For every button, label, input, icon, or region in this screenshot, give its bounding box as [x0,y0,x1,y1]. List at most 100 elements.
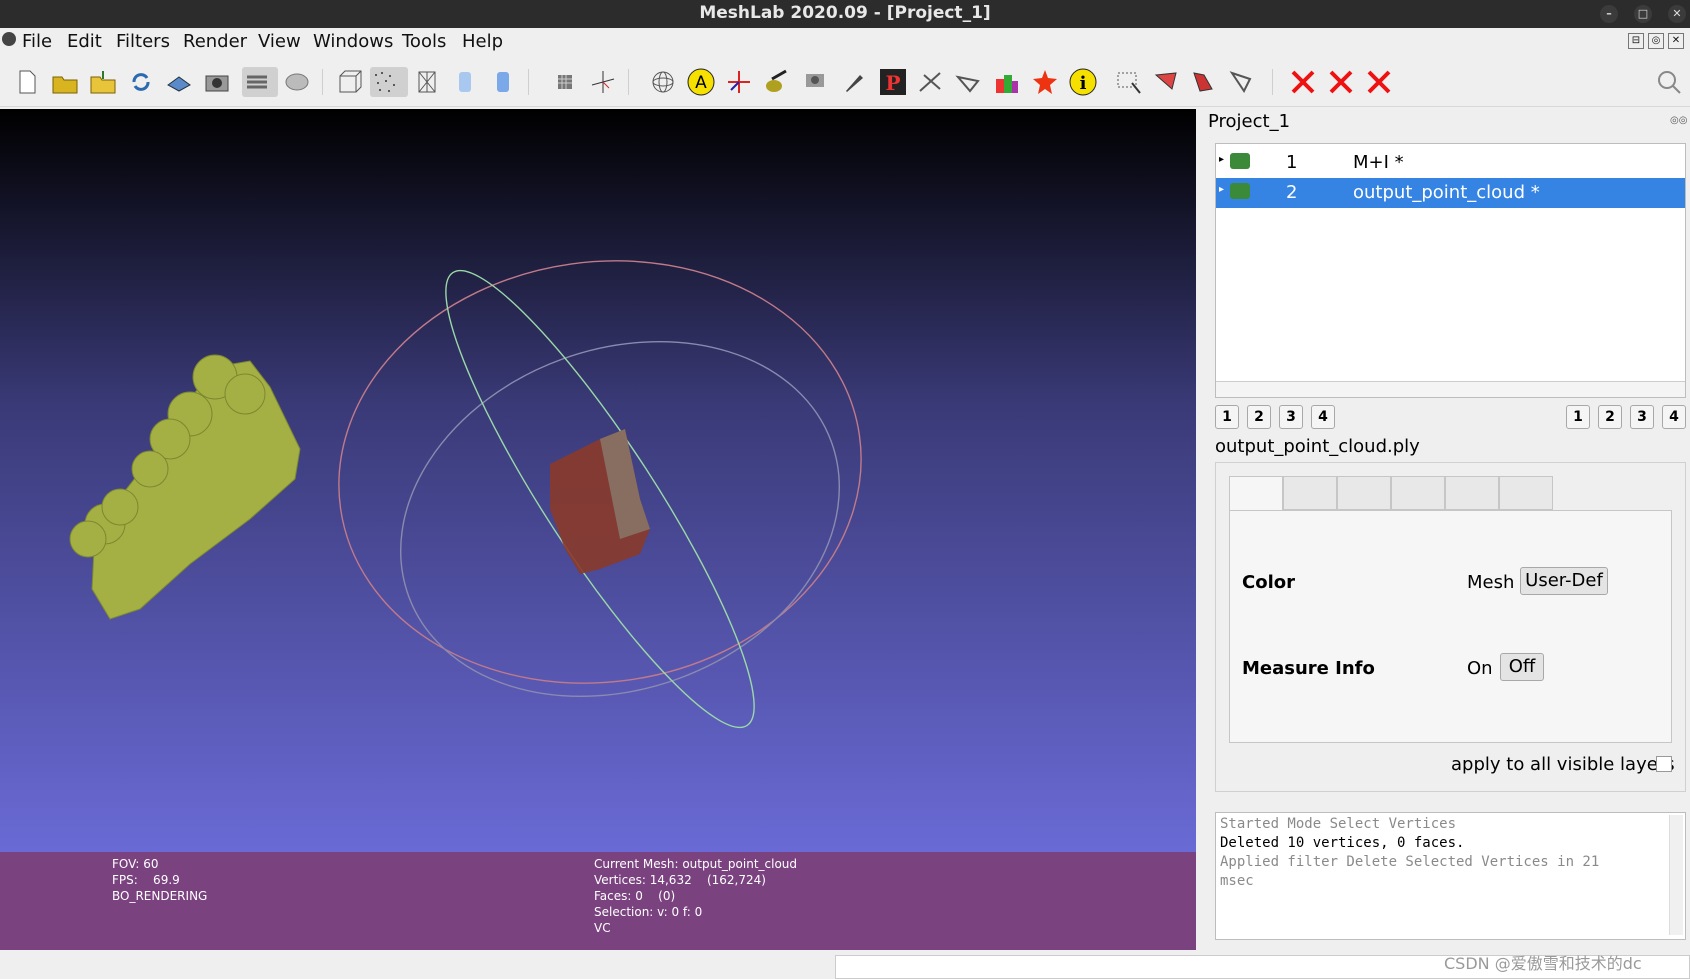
color-label: Color [1242,572,1295,593]
horizontal-scrollbar[interactable] [1216,381,1685,397]
visibility-eye-icon[interactable] [1230,153,1250,169]
dental-mesh [69,354,301,620]
points-icon[interactable] [370,67,408,97]
menu-edit[interactable]: Edit [67,31,102,52]
apply-all-label: apply to all visible layers [1451,754,1675,775]
layer-number: 2 [1286,182,1298,203]
menu-bar: File Edit Filters Render View Windows To… [0,28,1690,56]
flat-shading-icon[interactable] [450,67,480,97]
layer-list[interactable]: ▸ 1 M+I * ▸ 2 output_point_cloud * [1215,143,1686,398]
expand-icon[interactable]: ▸ [1219,184,1224,195]
reload-icon[interactable] [126,67,156,97]
selection-label: Selection: v: 0 f: 0 [594,905,703,919]
mdi-float-icon[interactable]: ◎ [1648,33,1664,49]
colorize-icon[interactable] [282,67,312,97]
export-mesh-icon[interactable] [164,67,194,97]
user-def-button[interactable]: User-Def [1520,567,1608,595]
expand-icon[interactable]: ▸ [1219,154,1224,165]
color-mode-label: Mesh [1467,572,1515,593]
maximize-button[interactable]: □ [1634,5,1652,23]
trackball-icon[interactable] [648,67,678,97]
vertical-scrollbar[interactable] [1669,815,1683,935]
georef-icon[interactable] [1030,67,1060,97]
layer-row-2[interactable]: ▸ 2 output_point_cloud * [1216,178,1685,208]
tab-wire[interactable] [1337,476,1391,510]
title-bar: MeshLab 2020.09 - [Project_1] – □ ✕ [0,0,1690,28]
apply-all-checkbox[interactable] [1656,756,1672,772]
pp-icon[interactable]: P [878,67,908,97]
color-paint-icon[interactable] [992,67,1022,97]
log-console[interactable]: Started Mode Select Vertices Deleted 10 … [1215,812,1686,940]
current-mesh-label: Current Mesh: output_point_cloud [594,857,798,871]
vertices-label: Vertices: 14,632 (162,724) [594,873,766,887]
close-button[interactable]: ✕ [1668,5,1686,23]
panel-float-icon[interactable]: ◎◎ [1670,115,1687,126]
tab-other[interactable] [1499,476,1553,510]
measure-off-button[interactable]: Off [1500,653,1544,681]
select-faces-icon[interactable] [1152,67,1182,97]
menu-tools[interactable]: Tools [402,31,446,52]
mdi-close-icon[interactable]: ✕ [1668,33,1684,49]
search-icon[interactable] [1654,67,1684,97]
selection-icon[interactable] [954,67,984,97]
page-left-3[interactable]: 3 [1279,405,1303,429]
menu-file[interactable]: File [22,31,52,52]
select-zone-icon[interactable] [1228,67,1258,97]
info-icon[interactable]: i [1068,67,1098,97]
delete-faces-icon[interactable] [1326,67,1356,97]
axis-icon[interactable] [588,67,618,97]
smooth-shading-icon[interactable] [488,67,518,97]
page-right-4[interactable]: 4 [1662,405,1686,429]
faces-label: Faces: 0 (0) [594,889,676,903]
page-right-1[interactable]: 1 [1566,405,1590,429]
snapshot-icon[interactable] [202,67,232,97]
tab-fill[interactable] [1391,476,1445,510]
delete-all-icon[interactable] [1364,67,1394,97]
bounding-box-icon[interactable] [335,67,365,97]
ortho-icon[interactable] [724,67,754,97]
menu-filters[interactable]: Filters [116,31,170,52]
main-toolbar: A P i [0,57,1690,107]
svg-text:A: A [695,73,707,93]
tab-content [1229,510,1672,743]
page-left-1[interactable]: 1 [1215,405,1239,429]
wireframe-icon[interactable] [412,67,442,97]
measure-icon[interactable] [916,67,946,97]
menu-view[interactable]: View [258,31,301,52]
log-line: msec [1220,873,1254,889]
fps-label: FPS: 69.9 [112,873,180,887]
import-mesh-icon[interactable] [88,67,118,97]
select-vertices-icon[interactable] [1114,67,1144,97]
select-connected-icon[interactable] [1190,67,1220,97]
annotate-icon[interactable]: A [686,67,716,97]
minimize-button[interactable]: – [1600,5,1618,23]
layers-icon[interactable] [242,67,278,97]
project-title: Project_1 [1208,111,1291,132]
pick-icon[interactable] [550,67,580,97]
mdi-restore-icon[interactable]: ⊟ [1628,33,1644,49]
tab-texture[interactable] [1445,476,1499,510]
layer-row-1[interactable]: ▸ 1 M+I * [1216,148,1685,178]
visibility-eye-icon[interactable] [1230,183,1250,199]
log-line: Deleted 10 vertices, 0 faces. [1220,835,1465,851]
align-icon[interactable] [762,67,792,97]
point-cloud [550,429,650,574]
open-project-icon[interactable] [50,67,80,97]
menu-help[interactable]: Help [462,31,503,52]
page-right-3[interactable]: 3 [1630,405,1654,429]
page-right-2[interactable]: 2 [1598,405,1622,429]
paint-icon[interactable] [840,67,870,97]
menu-windows[interactable]: Windows [313,31,393,52]
viewport-info-bar: FOV: 60 FPS: 69.9 BO_RENDERING Current M… [0,852,1196,950]
raster-align-icon[interactable] [800,67,830,97]
page-left-4[interactable]: 4 [1311,405,1335,429]
new-project-icon[interactable] [12,67,42,97]
measure-on-label[interactable]: On [1467,658,1493,679]
tab-points[interactable] [1283,476,1337,510]
page-left-2[interactable]: 2 [1247,405,1271,429]
tab-bbox[interactable] [1229,476,1283,510]
layer-number: 1 [1286,152,1298,173]
menu-render[interactable]: Render [183,31,247,52]
3d-viewport[interactable] [0,109,1196,852]
delete-vertices-icon[interactable] [1288,67,1318,97]
